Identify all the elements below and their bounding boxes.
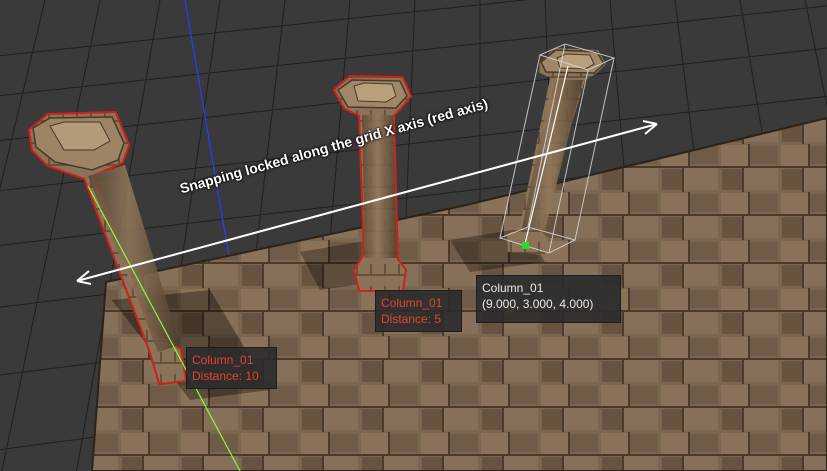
- object-distance: Distance: 5: [381, 312, 442, 326]
- object-label-distance-10: Column_01 Distance: 10: [186, 347, 277, 389]
- object-distance: Distance: 10: [192, 369, 259, 383]
- object-name: Column_01: [192, 353, 254, 367]
- viewport-canvas[interactable]: [0, 0, 827, 471]
- pivot-handle[interactable]: [522, 242, 529, 249]
- object-label-distance-5: Column_01 Distance: 5: [375, 290, 462, 332]
- object-position: (9.000, 3.000, 4.000): [482, 297, 594, 311]
- selected-object-label: Column_01 (9.000, 3.000, 4.000): [476, 275, 621, 323]
- scene-viewport[interactable]: Snapping locked along the grid X axis (r…: [0, 0, 827, 471]
- object-name: Column_01: [482, 281, 544, 295]
- object-name: Column_01: [381, 296, 443, 310]
